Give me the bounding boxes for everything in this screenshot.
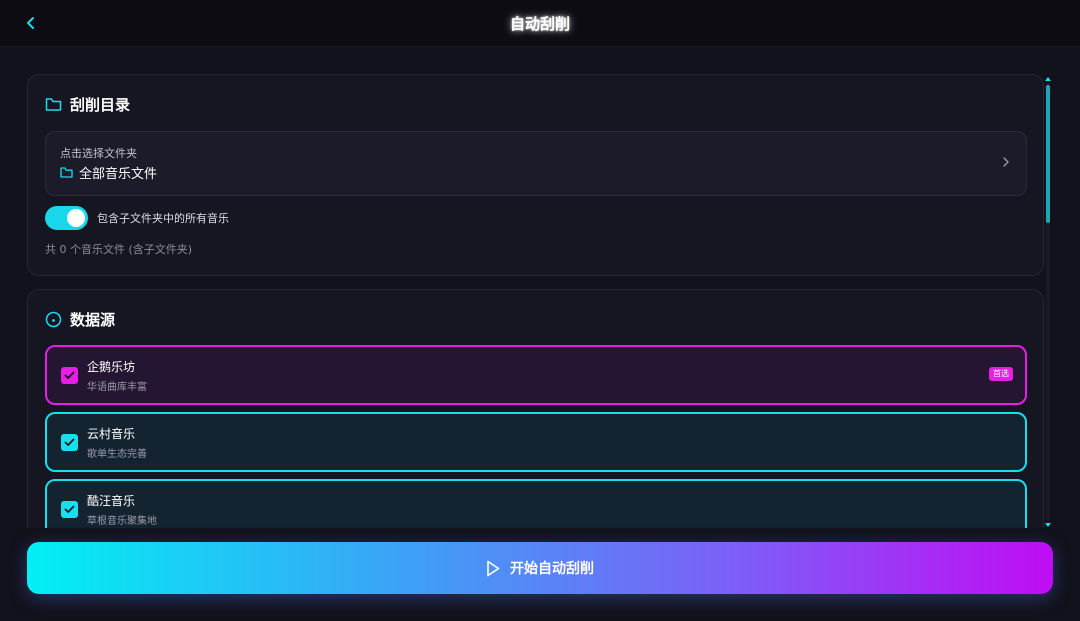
data-source-title: 数据源: [70, 311, 116, 329]
folder-picker[interactable]: 点击选择文件夹 全部音乐文件: [45, 131, 1027, 196]
folder-picker-hint: 点击选择文件夹: [60, 147, 137, 160]
source-name: 云村音乐: [87, 427, 136, 441]
source-item[interactable]: 云村音乐 歌单生态完善: [45, 412, 1027, 472]
source-checkbox[interactable]: [61, 501, 78, 518]
data-source-card: 数据源 企鹅乐坊 华语曲库丰富 首选 云村音乐 歌单生态完善 酷汪音乐 草根音乐…: [27, 289, 1044, 528]
source-target-icon: [45, 311, 62, 328]
include-subfolders-label: 包含子文件夹中的所有音乐: [97, 212, 229, 225]
selected-folder-label: 全部音乐文件: [79, 167, 158, 182]
source-description: 歌单生态完善: [87, 449, 147, 460]
start-scrape-label: 开始自动刮削: [510, 561, 594, 577]
scrollbar[interactable]: [1044, 77, 1052, 527]
source-item[interactable]: 企鹅乐坊 华语曲库丰富 首选: [45, 345, 1027, 405]
scroll-up-arrow-icon[interactable]: [1045, 77, 1051, 81]
source-name: 企鹅乐坊: [87, 360, 136, 374]
directory-card: 刮削目录 点击选择文件夹 全部音乐文件 包含子文件夹中的所有音乐 共 0 个音乐…: [27, 74, 1044, 276]
check-icon: [64, 438, 75, 446]
source-checkbox[interactable]: [61, 367, 78, 384]
check-icon: [64, 505, 75, 513]
toggle-knob: [67, 209, 85, 227]
include-subfolders-toggle[interactable]: [45, 206, 88, 230]
scroll-thumb[interactable]: [1046, 85, 1050, 223]
directory-title: 刮削目录: [70, 96, 131, 114]
chevron-right-icon: [1003, 157, 1009, 167]
source-description: 华语曲库丰富: [87, 382, 147, 393]
folder-picker-value: 全部音乐文件: [60, 163, 157, 182]
folder-icon: [60, 167, 73, 178]
directory-card-title: 刮削目录: [45, 94, 130, 115]
music-file-count: 共 0 个音乐文件 (含子文件夹): [45, 243, 193, 256]
source-checkbox[interactable]: [61, 434, 78, 451]
check-icon: [64, 371, 75, 379]
scroll-content[interactable]: 刮削目录 点击选择文件夹 全部音乐文件 包含子文件夹中的所有音乐 共 0 个音乐…: [27, 74, 1045, 528]
data-source-card-title: 数据源: [45, 309, 115, 330]
start-scrape-button[interactable]: 开始自动刮削: [27, 542, 1053, 594]
top-bar: 自动刮削: [0, 0, 1080, 47]
scroll-down-arrow-icon[interactable]: [1045, 523, 1051, 527]
source-name: 酷汪音乐: [87, 494, 136, 508]
folder-icon: [45, 98, 62, 111]
source-item[interactable]: 酷汪音乐 草根音乐聚集地: [45, 479, 1027, 528]
preferred-badge: 首选: [989, 367, 1013, 381]
play-icon: [487, 560, 500, 576]
source-description: 草根音乐聚集地: [87, 516, 157, 527]
page-title: 自动刮削: [509, 15, 570, 33]
